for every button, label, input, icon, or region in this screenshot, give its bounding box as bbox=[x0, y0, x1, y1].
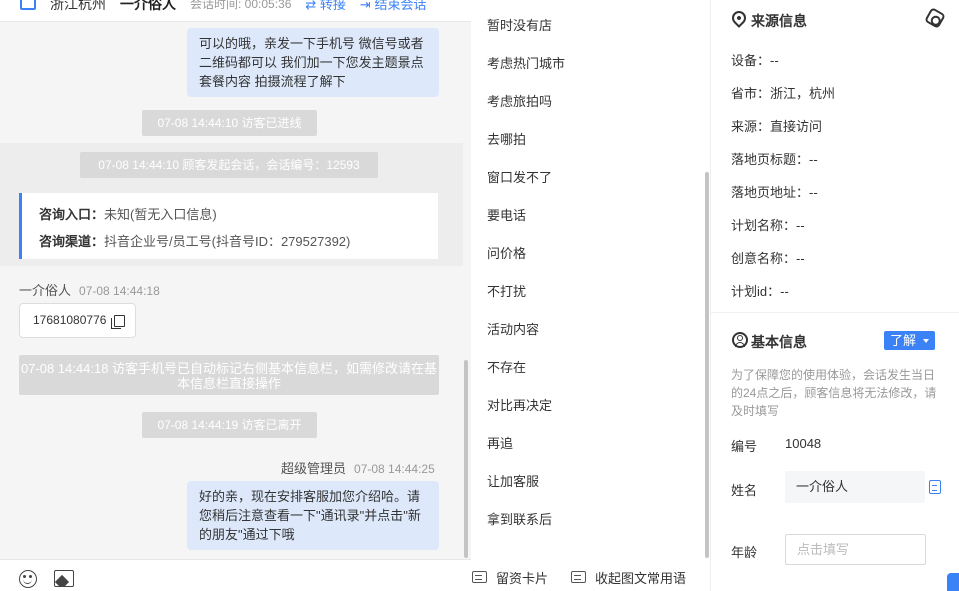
user-icon bbox=[732, 332, 748, 348]
collapse-phrases-label: 收起图文常用语 bbox=[595, 571, 687, 586]
quick-reply-item[interactable]: 对比再决定 bbox=[487, 395, 552, 414]
entry-info-card: 咨询入口：未知(暂无入口信息) 咨询渠道：抖音企业号/员工号(抖音号ID：279… bbox=[19, 193, 438, 259]
source-field-device: 设备：-- bbox=[731, 53, 779, 68]
source-field-landing-url: 落地页地址：-- bbox=[731, 185, 818, 200]
quick-reply-item[interactable]: 活动内容 bbox=[487, 319, 539, 338]
end-session-button[interactable]: ⇥ 结束会话 bbox=[360, 0, 427, 13]
quick-reply-item[interactable]: 让加客服 bbox=[487, 471, 539, 490]
system-message-session: 07-08 14:44:10 顾客发起会话，会话编号：12593 bbox=[80, 152, 378, 178]
name-field[interactable]: 一介俗人 bbox=[785, 471, 925, 503]
section-divider bbox=[711, 312, 959, 313]
app-root: 浙江杭州 一介俗人 会话时间: 00:05:36 ⇄ 转接 ⇥ 结束会话 可以的… bbox=[0, 0, 959, 591]
image-icon[interactable] bbox=[54, 570, 74, 587]
quick-reply-item[interactable]: 去哪拍 bbox=[487, 129, 526, 148]
admin-message-time: 07-08 14:44:25 bbox=[354, 462, 435, 476]
lead-card-label: 留资卡片 bbox=[496, 571, 549, 586]
transfer-label: 转接 bbox=[319, 0, 346, 12]
quick-replies-footer: 留资卡片 收起图文常用语 bbox=[471, 566, 711, 591]
id-value: 10048 bbox=[785, 436, 822, 451]
source-field-creative-name: 创意名称：-- bbox=[731, 251, 805, 266]
card-icon bbox=[472, 571, 487, 583]
settings-icon[interactable] bbox=[924, 7, 946, 29]
agent-message-bubble: 好的亲，现在安排客服加您介绍哈。请您稍后注意查看一下"通讯录"并点击"新的朋友"… bbox=[187, 481, 439, 550]
quick-reply-item[interactable]: 考虑热门城市 bbox=[487, 53, 565, 72]
chat-header: 浙江杭州 一介俗人 会话时间: 00:05:36 ⇄ 转接 ⇥ 结束会话 bbox=[0, 0, 471, 22]
quick-reply-item[interactable]: 拿到联系后 bbox=[487, 509, 552, 528]
quick-reply-item[interactable]: 再追 bbox=[487, 433, 513, 452]
agent-message-bubble: 可以的哦，亲发一下手机号 微信号或者二维码都可以 我们加一下您发主题景点套餐内容… bbox=[187, 28, 439, 97]
quick-reply-item[interactable]: 不存在 bbox=[487, 357, 526, 376]
quick-reply-item[interactable]: 问价格 bbox=[487, 243, 526, 262]
visitor-info-panel: 来源信息 设备：-- 省市：浙江，杭州 来源：直接访问 落地页标题：-- 落地页… bbox=[711, 0, 959, 591]
copy-doc-icon[interactable] bbox=[929, 480, 941, 494]
floating-action-button[interactable] bbox=[947, 573, 959, 591]
location-pin-icon bbox=[729, 8, 749, 28]
chat-scrollbar[interactable] bbox=[464, 360, 468, 558]
caret-down-icon bbox=[923, 339, 929, 343]
quick-reply-scrollbar[interactable] bbox=[705, 172, 709, 558]
session-duration: 会话时间: 00:05:36 bbox=[190, 0, 292, 11]
channel-label: 咨询渠道： bbox=[39, 234, 105, 249]
basic-info-title: 基本信息 bbox=[751, 334, 807, 350]
system-message-phone-note: 07-08 14:44:18 访客手机号已自动标记右侧基本信息栏，如需修改请在基… bbox=[19, 355, 439, 395]
visitor-name-title: 一介俗人 bbox=[120, 0, 176, 12]
entry-label: 咨询入口： bbox=[39, 207, 105, 222]
visitor-message-meta: 一介俗人 07-08 14:44:18 bbox=[19, 280, 160, 299]
source-field-plan-name: 计划名称：-- bbox=[731, 218, 805, 233]
system-message-left: 07-08 14:44:19 访客已离开 bbox=[142, 412, 317, 438]
edit-notice: 为了保障您的使用体验，会话发生当日的24点之后，顾客信息将无法修改，请及时填写 bbox=[731, 368, 937, 418]
channel-row: 咨询渠道：抖音企业号/员工号(抖音号ID：279527392) bbox=[39, 228, 438, 255]
lead-card-button[interactable]: 留资卡片 bbox=[472, 568, 548, 587]
visitor-phone-message: 17681080776 bbox=[19, 303, 136, 338]
quick-reply-item[interactable]: 要电话 bbox=[487, 205, 526, 224]
channel-value: 抖音企业号/员工号(抖音号ID：279527392) bbox=[104, 234, 351, 249]
source-field-source: 来源：直接访问 bbox=[731, 119, 823, 134]
learn-more-label: 了解 bbox=[890, 333, 917, 348]
chat-panel: 浙江杭州 一介俗人 会话时间: 00:05:36 ⇄ 转接 ⇥ 结束会话 可以的… bbox=[0, 0, 471, 591]
source-field-plan-id: 计划id：-- bbox=[731, 284, 789, 299]
admin-message-meta: 超级管理员 07-08 14:44:25 bbox=[281, 458, 435, 477]
chat-input-toolbar bbox=[0, 559, 471, 591]
quick-replies-panel: 暂时没有店考虑热门城市 考虑旅拍吗去哪拍窗口发不了要电话问价格不打扰活动内容不存在… bbox=[471, 0, 711, 591]
visitor-location: 浙江杭州 bbox=[50, 0, 106, 12]
entry-value: 未知(暂无入口信息) bbox=[104, 207, 217, 222]
phone-number: 17681080776 bbox=[33, 313, 107, 327]
end-session-label: 结束会话 bbox=[374, 0, 427, 12]
quick-reply-item[interactable]: 暂时没有店 bbox=[487, 15, 552, 34]
copy-icon[interactable] bbox=[111, 315, 125, 329]
smile-icon[interactable] bbox=[19, 570, 37, 588]
collapse-phrases-button[interactable]: 收起图文常用语 bbox=[571, 568, 686, 587]
quick-reply-item[interactable]: 不打扰 bbox=[487, 281, 526, 300]
age-label: 年龄 bbox=[731, 545, 758, 560]
system-message-entered: 07-08 14:44:10 访客已进线 bbox=[142, 110, 317, 136]
source-info-title: 来源信息 bbox=[751, 13, 807, 29]
transfer-button[interactable]: ⇄ 转接 bbox=[305, 0, 346, 13]
quick-reply-item[interactable]: 考虑旅拍吗 bbox=[487, 91, 552, 110]
id-label: 编号 bbox=[731, 439, 758, 454]
visitor-sender-name: 一介俗人 bbox=[19, 283, 72, 298]
age-input[interactable] bbox=[785, 534, 926, 565]
source-field-landing-title: 落地页标题：-- bbox=[731, 152, 818, 167]
quick-reply-item[interactable]: 窗口发不了 bbox=[487, 167, 552, 186]
monitor-icon bbox=[20, 0, 36, 10]
admin-sender-name: 超级管理员 bbox=[281, 461, 347, 476]
card-icon bbox=[571, 571, 586, 583]
name-label: 姓名 bbox=[731, 483, 758, 498]
visitor-message-time: 07-08 14:44:18 bbox=[79, 284, 160, 298]
entry-row: 咨询入口：未知(暂无入口信息) bbox=[39, 201, 438, 228]
learn-more-button[interactable]: 了解 bbox=[884, 331, 935, 350]
source-field-region: 省市：浙江，杭州 bbox=[731, 86, 836, 101]
